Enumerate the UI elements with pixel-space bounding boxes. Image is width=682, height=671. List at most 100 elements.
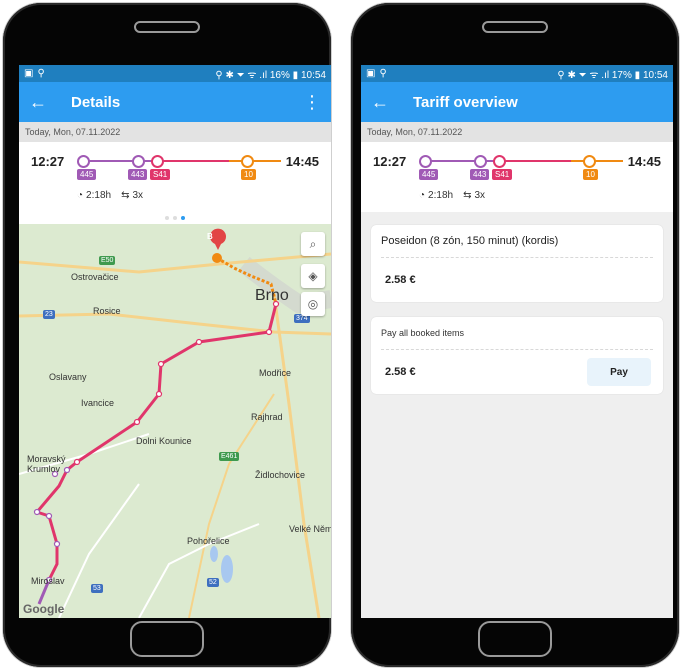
ticket-card[interactable]: Poseidon (8 zón, 150 minut) (kordis) 2.5… (371, 225, 663, 302)
date-header: Today, Mon, 07.11.2022 (361, 122, 673, 142)
trip-summary-card[interactable]: 12:27 14:45 445 443 S41 10 ◔ 2:18h ⇆ 3x (361, 142, 673, 212)
tram-stop-icon (241, 155, 254, 168)
line-badge: 445 (419, 169, 439, 180)
line-badge: 10 (583, 169, 598, 180)
route-segment-tram (229, 160, 281, 162)
bus-stop-icon (132, 155, 145, 168)
page-title: Details (71, 93, 121, 111)
map-label: Pohořelice (187, 536, 230, 546)
bus-stop-icon (419, 155, 432, 168)
transfer-count: 3x (132, 190, 144, 201)
transfer-icon: ⇆ (463, 190, 472, 201)
trip-duration: 2:18h (86, 190, 112, 201)
app-bar: ← Tariff overview (361, 82, 673, 122)
trip-duration: 2:18h (428, 190, 454, 201)
left-phone: ▣ ⚲ ⚲ ✱ ⏷ ᯤ .ıl 16% ▮ 10:54 ← Details ⋮ … (3, 3, 331, 667)
back-arrow-icon[interactable]: ← (29, 92, 59, 113)
map-label: Brno (255, 287, 289, 304)
location-icon: ⚲ (37, 68, 45, 79)
map-label: Oslavany (49, 372, 87, 382)
trip-meta: ◔ 2:18h ⇆ 3x (419, 190, 485, 201)
trip-summary-card[interactable]: 12:27 14:45 445 443 S41 10 ◔ 2:18h ⇆ 3x (19, 142, 331, 224)
page-title: Tariff overview (413, 93, 518, 111)
location-icon: ⚲ (379, 68, 387, 79)
page-indicator (19, 216, 331, 220)
road-badge: E461 (219, 452, 240, 461)
search-icon[interactable]: ⌕ (301, 232, 325, 256)
departure-time: 12:27 (31, 154, 65, 169)
line-badge: 443 (470, 169, 490, 180)
map-label: Rosice (93, 306, 121, 316)
map-label: Dolni Kounice (136, 436, 192, 446)
road-badge: 53 (91, 584, 103, 593)
layers-icon[interactable]: ◈ (301, 264, 325, 288)
app-bar: ← Details ⋮ (19, 82, 331, 122)
route-segment-tram (571, 160, 623, 162)
transfer-count: 3x (474, 190, 486, 201)
road-badge: E50 (99, 256, 116, 265)
back-arrow-icon[interactable]: ← (371, 92, 401, 113)
date-header: Today, Mon, 07.11.2022 (19, 122, 331, 142)
right-phone: ▣ ⚲ ⚲ ✱ ⏷ ᯤ .ıl 17% ▮ 10:54 ← Tariff ove… (351, 3, 679, 667)
line-badge: 10 (241, 169, 256, 180)
line-badge: 443 (128, 169, 148, 180)
arrival-time: 14:45 (627, 154, 661, 169)
clock-icon: ◔ (419, 190, 426, 201)
battery-icon: ▮ (292, 69, 299, 81)
ticket-price: 2.58 € (385, 274, 416, 286)
google-logo: Google (23, 602, 65, 616)
page-dot-active (181, 216, 185, 220)
system-icons: ⚲ ✱ ⏷ ᯤ .ıl (557, 69, 612, 81)
pay-all-card: Pay all booked items 2.58 € Pay (371, 317, 663, 394)
tariff-screen: ▣ ⚲ ⚲ ✱ ⏷ ᯤ .ıl 17% ▮ 10:54 ← Tariff ove… (361, 65, 673, 618)
map-label: Miroslav (31, 576, 65, 586)
map-marker-label: B (207, 232, 213, 241)
battery-icon: ▮ (634, 69, 641, 81)
more-options-icon[interactable]: ⋮ (303, 92, 321, 113)
status-bar: ▣ ⚲ ⚲ ✱ ⏷ ᯤ .ıl 16% ▮ 10:54 (19, 65, 331, 82)
bus-stop-icon (77, 155, 90, 168)
train-stop-icon (493, 155, 506, 168)
pay-button[interactable]: Pay (587, 358, 651, 386)
gallery-icon: ▣ (24, 68, 34, 79)
trip-meta: ◔ 2:18h ⇆ 3x (77, 190, 143, 201)
line-badge: S41 (150, 169, 171, 180)
map-label: Židlochovice (255, 470, 306, 480)
transfer-icon: ⇆ (121, 190, 130, 201)
clock-icon: ◔ (77, 190, 84, 201)
page-dot (173, 216, 177, 220)
bus-stop-icon (474, 155, 487, 168)
gallery-icon: ▣ (366, 68, 376, 79)
battery-percent: 17% (611, 69, 632, 81)
details-screen: ▣ ⚲ ⚲ ✱ ⏷ ᯤ .ıl 16% ▮ 10:54 ← Details ⋮ … (19, 65, 331, 618)
home-button[interactable] (130, 621, 204, 657)
clock: 10:54 (642, 69, 668, 81)
route-map[interactable]: B Ostrovačice Brno Rosice Oslavany Ivanc… (19, 224, 331, 618)
clock: 10:54 (300, 69, 326, 81)
map-label: Moravský Krumlov (27, 454, 66, 474)
page-dot (165, 216, 169, 220)
battery-percent: 16% (269, 69, 290, 81)
map-label: Modřice (259, 368, 292, 378)
my-location-icon[interactable]: ◎ (301, 292, 325, 316)
departure-time: 12:27 (373, 154, 407, 169)
line-badge: 445 (77, 169, 97, 180)
status-bar: ▣ ⚲ ⚲ ✱ ⏷ ᯤ .ıl 17% ▮ 10:54 (361, 65, 673, 82)
map-label: Velké Něm (289, 524, 331, 534)
map-label: Rajhrad (251, 412, 283, 422)
system-icons: ⚲ ✱ ⏷ ᯤ .ıl (215, 69, 270, 81)
train-stop-icon (151, 155, 164, 168)
tram-stop-icon (583, 155, 596, 168)
map-label: Ostrovačice (71, 272, 119, 282)
pay-all-label: Pay all booked items (381, 328, 465, 338)
speaker-grille (482, 21, 548, 33)
speaker-grille (134, 21, 200, 33)
line-badge: S41 (492, 169, 513, 180)
ticket-name: Poseidon (8 zón, 150 minut) (kordis) (381, 235, 559, 247)
arrival-time: 14:45 (285, 154, 319, 169)
map-label: Ivancice (81, 398, 115, 408)
road-badge: 23 (43, 310, 55, 319)
home-button[interactable] (478, 621, 552, 657)
map-graphics (19, 224, 331, 618)
road-badge: 52 (207, 578, 219, 587)
